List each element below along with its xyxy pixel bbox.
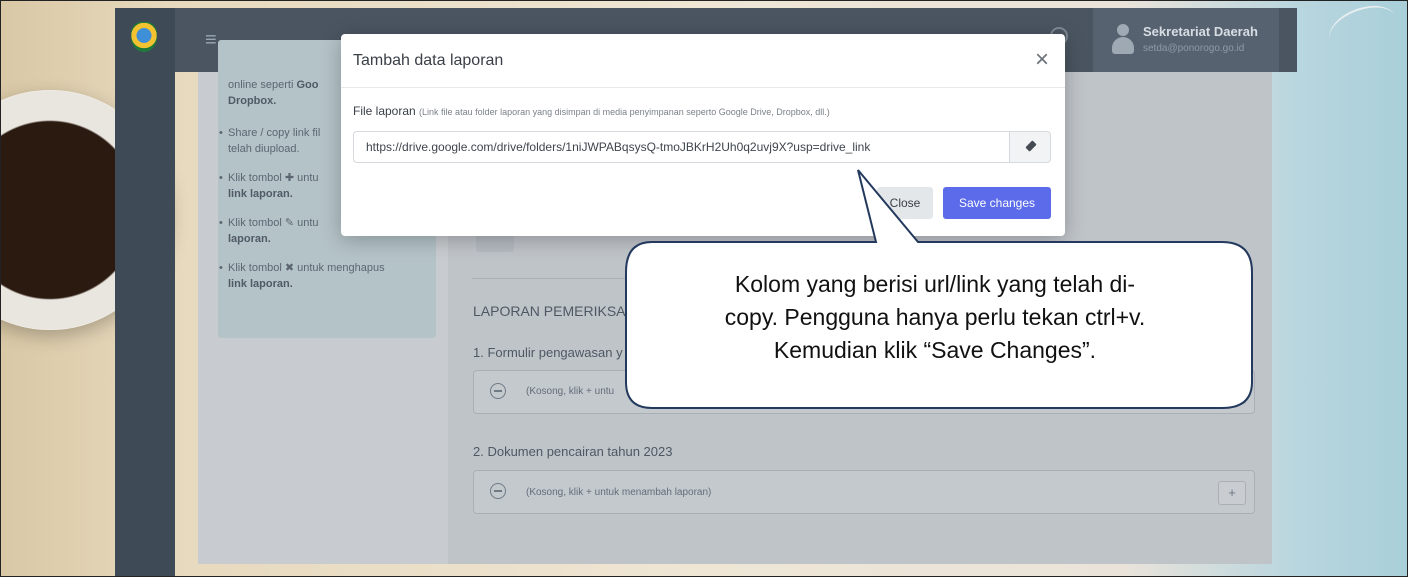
screenshot-frame — [0, 0, 1408, 577]
